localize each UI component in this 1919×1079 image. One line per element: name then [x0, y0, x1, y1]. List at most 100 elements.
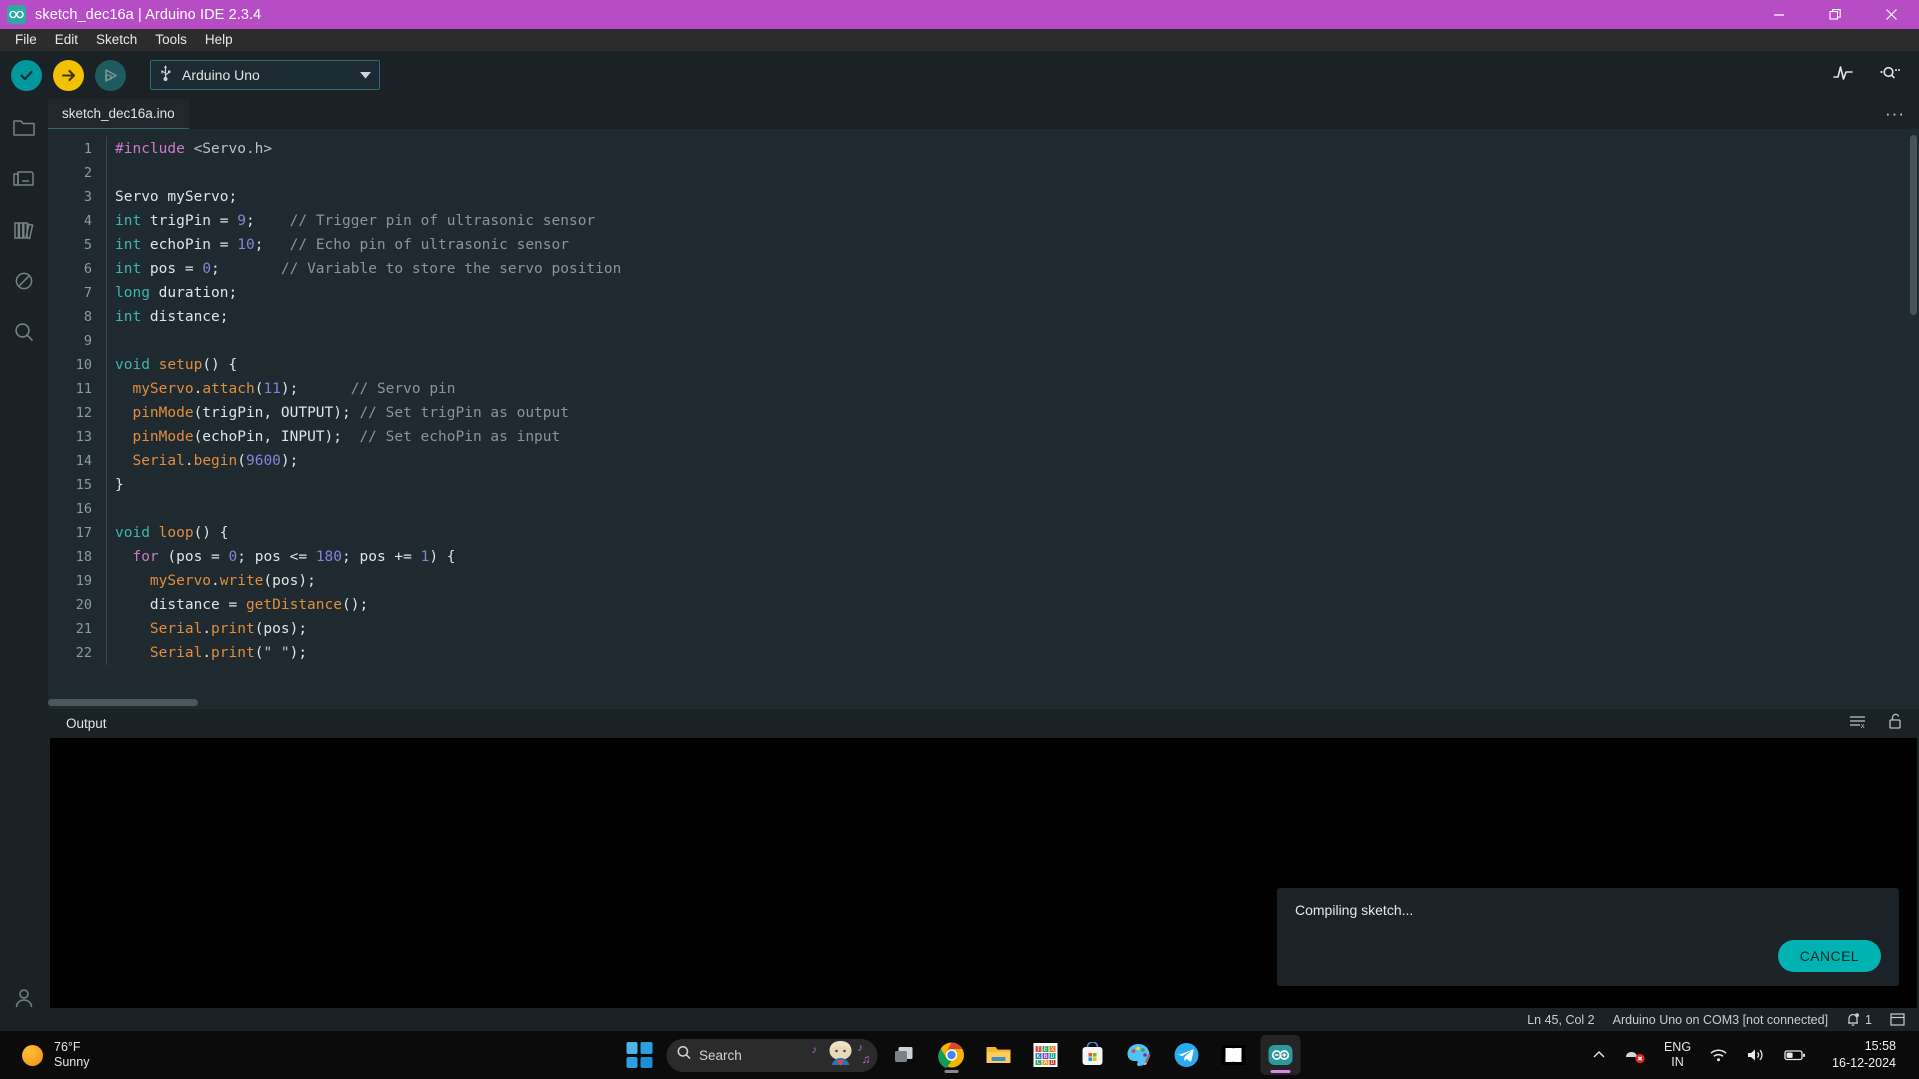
line-number: 13	[75, 429, 92, 445]
line-number: 20	[75, 597, 92, 613]
sidebar-item-sketchbook[interactable]	[9, 113, 39, 143]
window-title: sketch_dec16a | Arduino IDE 2.3.4	[35, 6, 262, 23]
weather-widget[interactable]: 76°F Sunny	[22, 1040, 89, 1070]
weather-condition: Sunny	[54, 1055, 90, 1069]
maximize-restore-button[interactable]	[1807, 0, 1863, 29]
account-icon[interactable]	[9, 983, 39, 1013]
code-text: int trigPin = 9; // Trigger pin of ultra…	[106, 209, 595, 233]
clear-output-icon[interactable]: x	[1849, 714, 1867, 734]
notification-toast: Compiling sketch... CANCEL	[1277, 888, 1899, 986]
verify-button[interactable]	[11, 59, 42, 91]
menu-edit[interactable]: Edit	[46, 29, 87, 51]
sidebar-item-search[interactable]	[9, 317, 39, 347]
editor-vertical-scrollbar[interactable]	[1907, 129, 1919, 708]
line-number: 12	[75, 405, 92, 421]
language-secondary: IN	[1671, 1055, 1684, 1069]
close-button[interactable]	[1863, 0, 1919, 29]
taskbar-app-dolby[interactable]	[1213, 1035, 1253, 1075]
taskbar-app-task-view[interactable]	[884, 1035, 924, 1075]
taskbar-app-telegram[interactable]	[1166, 1035, 1206, 1075]
volume-icon[interactable]	[1737, 1047, 1775, 1063]
taskbar-app-google-chrome[interactable]	[931, 1035, 971, 1075]
svg-text:T: T	[1036, 1046, 1040, 1053]
scroll-lock-icon[interactable]	[1887, 712, 1903, 735]
code-text	[106, 497, 115, 521]
code-text: myServo.attach(11); // Servo pin	[106, 377, 456, 401]
notifications-indicator[interactable]: 1	[1846, 1012, 1872, 1027]
screen: sketch_dec16a | Arduino IDE 2.3.4 File E…	[0, 0, 1919, 1079]
board-connection-status: Arduino Uno on COM3 [not connected]	[1612, 1012, 1829, 1027]
wifi-icon[interactable]	[1700, 1047, 1737, 1063]
serial-monitor-icon[interactable]	[1876, 63, 1901, 88]
taskbar-app-paint[interactable]	[1119, 1035, 1159, 1075]
windows-logo-icon	[626, 1042, 652, 1068]
code-line: 9	[48, 329, 1919, 353]
ide-toolbar: Arduino Uno	[0, 51, 1919, 99]
svg-text:X: X	[1050, 1046, 1054, 1053]
windows-taskbar: 76°F Sunny Search ♪ ♪ ♫ T E X K B D C A …	[0, 1031, 1919, 1079]
sidebar-item-library-manager[interactable]	[9, 215, 39, 245]
microphone-muted-icon[interactable]	[1615, 1046, 1655, 1064]
code-line: 14 Serial.begin(9600);	[48, 449, 1919, 473]
code-line: 4 int trigPin = 9; // Trigger pin of ultr…	[48, 209, 1919, 233]
upload-button[interactable]	[53, 59, 84, 91]
code-line: 15}	[48, 473, 1919, 497]
code-line: 13 pinMode(echoPin, INPUT); // Set echoP…	[48, 425, 1919, 449]
sidebar-item-debug[interactable]	[9, 266, 39, 296]
toggle-panel-icon[interactable]	[1890, 1013, 1905, 1026]
line-number: 21	[75, 621, 92, 637]
cancel-button[interactable]: CANCEL	[1777, 940, 1881, 972]
clock-widget[interactable]: 15:58 16-12-2024	[1815, 1038, 1909, 1072]
menu-help[interactable]: Help	[196, 29, 242, 51]
line-number: 2	[83, 165, 92, 181]
code-editor[interactable]: 1 #include <Servo.h> 2 3 Servo myServo; 4 int …	[48, 129, 1919, 708]
line-number: 8	[83, 309, 92, 325]
line-number: 10	[75, 357, 92, 373]
line-number: 3	[83, 189, 92, 205]
status-bar: Ln 45, Col 2 Arduino Uno on COM3 [not co…	[48, 1008, 1919, 1031]
language-indicator[interactable]: ENG IN	[1655, 1040, 1700, 1070]
board-selector[interactable]: Arduino Uno	[150, 60, 380, 90]
svg-text:C: C	[1036, 1059, 1040, 1066]
window-titlebar: sketch_dec16a | Arduino IDE 2.3.4	[0, 0, 1919, 29]
line-number: 1	[83, 141, 92, 157]
editor-more-icon[interactable]: ···	[1885, 99, 1905, 129]
line-number: 11	[75, 381, 92, 397]
taskbar-center: Search ♪ ♪ ♫ T E X K B D C A D	[619, 1035, 1300, 1075]
sidebar-item-boards-manager[interactable]	[9, 164, 39, 194]
tab-sketch-ino[interactable]: sketch_dec16a.ino	[48, 99, 189, 129]
code-text: Serial.print(" ");	[106, 641, 307, 665]
code-line: 11 myServo.attach(11); // Servo pin	[48, 377, 1919, 401]
chevron-down-icon	[360, 66, 371, 84]
taskbar-app-file-explorer[interactable]	[978, 1035, 1018, 1075]
menu-file[interactable]: File	[6, 29, 46, 51]
line-number: 14	[75, 453, 92, 469]
start-button[interactable]	[619, 1035, 659, 1075]
line-number: 17	[75, 525, 92, 541]
tray-expand-icon[interactable]	[1583, 1049, 1615, 1061]
menu-sketch[interactable]: Sketch	[87, 29, 146, 51]
code-lines: 1 #include <Servo.h> 2 3 Servo myServo; 4 int …	[48, 129, 1919, 665]
svg-text:D: D	[1050, 1059, 1054, 1066]
taskbar-app-microsoft-store[interactable]	[1072, 1035, 1112, 1075]
code-text	[106, 329, 115, 353]
code-text: Servo myServo;	[106, 185, 237, 209]
code-text: pinMode(echoPin, INPUT); // Set echoPin …	[106, 425, 560, 449]
battery-icon[interactable]	[1775, 1048, 1815, 1062]
editor-tabbar: sketch_dec16a.ino ···	[48, 99, 1919, 129]
code-text: for (pos = 0; pos <= 180; pos += 1) {	[106, 545, 456, 569]
taskbar-search[interactable]: Search ♪ ♪ ♫	[666, 1038, 877, 1072]
taskbar-app-keyboard-app[interactable]: T E X K B D C A D	[1025, 1035, 1065, 1075]
editor-horizontal-scrollbar[interactable]	[48, 696, 1919, 708]
minimize-button[interactable]	[1751, 0, 1807, 29]
code-text: long duration;	[106, 281, 237, 305]
output-console[interactable]: Compiling sketch... CANCEL	[50, 738, 1917, 1008]
toast-actions: CANCEL	[1777, 940, 1881, 972]
serial-plotter-icon[interactable]	[1832, 63, 1854, 88]
debug-button[interactable]	[95, 59, 126, 91]
taskbar-app-arduino-ide[interactable]	[1260, 1035, 1300, 1075]
usb-icon	[159, 64, 172, 86]
search-illustration-icon: ♪ ♪ ♫	[809, 1039, 873, 1072]
code-text: int echoPin = 10; // Echo pin of ultraso…	[106, 233, 569, 257]
menu-tools[interactable]: Tools	[146, 29, 196, 51]
